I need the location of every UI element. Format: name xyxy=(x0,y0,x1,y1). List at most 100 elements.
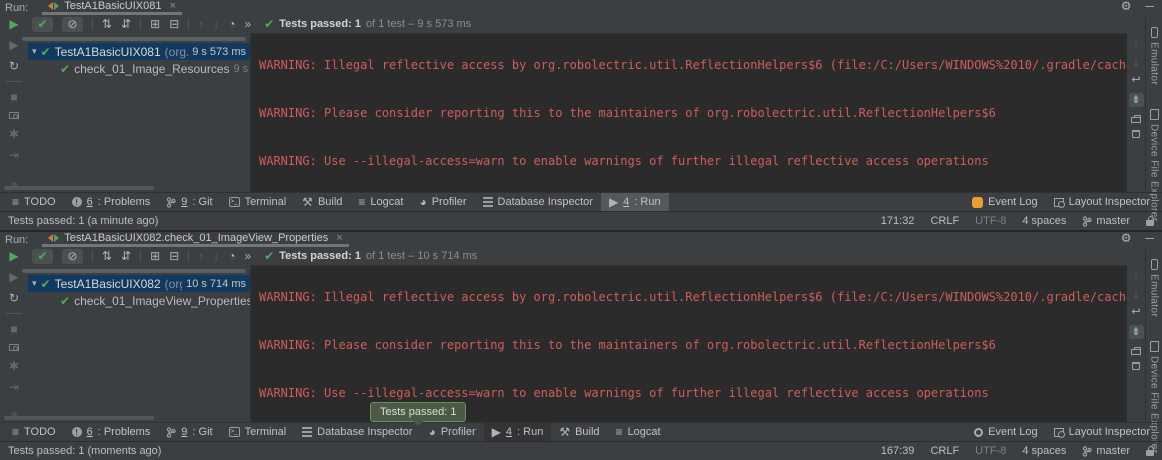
toolwindow-button-git[interactable]: 9: Git xyxy=(158,423,220,441)
show-passed-icon[interactable]: ✔ xyxy=(32,17,53,32)
emulator-tool-button[interactable]: Emulator xyxy=(1149,27,1160,85)
line-separator[interactable]: CRLF xyxy=(930,445,959,457)
restart-icon[interactable]: ↻ xyxy=(9,60,19,72)
file-encoding[interactable]: UTF-8 xyxy=(975,445,1006,457)
rerun-failed-tests-icon[interactable]: ▶ xyxy=(9,39,18,51)
dump-threads-icon[interactable]: ✱ xyxy=(9,128,19,140)
layout-inspector-button[interactable]: Layout Inspector xyxy=(1046,193,1158,211)
more-chevrons-icon[interactable]: » xyxy=(245,18,252,30)
scroll-to-end-icon[interactable]: ⇟ xyxy=(1129,93,1144,107)
tree-horizontal-scrollbar[interactable] xyxy=(22,269,246,273)
clear-all-icon[interactable] xyxy=(1132,362,1140,370)
up-stack-trace-icon[interactable]: ↑ xyxy=(1133,39,1139,50)
print-icon[interactable] xyxy=(1131,349,1141,355)
soft-wrap-icon[interactable]: ↩ xyxy=(1131,75,1140,86)
caret-position[interactable]: 171:32 xyxy=(881,215,915,227)
toolwindow-button-database-inspector[interactable]: Database Inspector xyxy=(475,193,601,211)
sort-by-duration-icon[interactable]: ⇵ xyxy=(121,18,131,30)
previous-occurrence-icon[interactable]: ↑ xyxy=(198,250,204,262)
restart-icon[interactable]: ↻ xyxy=(9,292,19,304)
collapse-all-icon[interactable]: ⊟ xyxy=(169,250,179,262)
lock-icon[interactable] xyxy=(1146,450,1154,456)
rerun-failed-tests-icon[interactable]: ▶ xyxy=(9,271,18,283)
toolwindow-button-logcat[interactable]: ≡ Logcat xyxy=(608,423,669,441)
emulator-tool-button[interactable]: Emulator xyxy=(1149,259,1160,317)
expand-all-icon[interactable]: ⊞ xyxy=(150,18,160,30)
toolwindow-button-logcat[interactable]: ≡ Logcat xyxy=(350,193,411,211)
test-history-icon[interactable]: ◔ xyxy=(228,18,235,30)
git-branch-widget[interactable]: master xyxy=(1082,445,1130,457)
file-encoding[interactable]: UTF-8 xyxy=(975,215,1006,227)
toolwindow-button-run[interactable]: ▶ 4: Run xyxy=(484,423,552,441)
next-occurrence-icon[interactable]: ↓ xyxy=(213,250,219,262)
lock-icon[interactable] xyxy=(1146,220,1154,226)
caret-position[interactable]: 167:39 xyxy=(881,445,915,457)
up-stack-trace-icon[interactable]: ↑ xyxy=(1133,271,1139,282)
strip-scrollbar[interactable] xyxy=(4,186,154,190)
chevron-down-icon[interactable]: ▾ xyxy=(32,46,37,57)
toolwindow-button-problems[interactable]: 6: Problems xyxy=(64,193,159,211)
stop-icon[interactable]: ■ xyxy=(10,323,17,335)
previous-occurrence-icon[interactable]: ↑ xyxy=(198,18,204,30)
test-case-row[interactable]: ✔ check_01_ImageView_Properties 10 s 714… xyxy=(28,292,250,309)
indent-setting[interactable]: 4 spaces xyxy=(1022,215,1066,227)
rerun-icon[interactable]: ▶ xyxy=(9,18,18,30)
toolwindow-button-run[interactable]: ▶ 4: Run xyxy=(601,193,669,211)
line-separator[interactable]: CRLF xyxy=(930,215,959,227)
screenshot-icon[interactable] xyxy=(9,344,19,351)
sort-alphabetically-icon[interactable]: ⇅ xyxy=(102,250,112,262)
test-case-row[interactable]: ✔ check_01_Image_Resources 9 s 573 ms xyxy=(28,60,250,77)
collapse-all-icon[interactable]: ⊟ xyxy=(169,18,179,30)
print-icon[interactable] xyxy=(1131,117,1141,123)
down-stack-trace-icon[interactable]: ↓ xyxy=(1133,289,1139,300)
test-suite-row[interactable]: ▾ ✔ TestA1BasicUIX081 (org.aplas.basica … xyxy=(28,43,250,60)
toolwindow-button-git[interactable]: 9: Git xyxy=(158,193,220,211)
show-ignored-icon[interactable]: ⊘ xyxy=(62,249,83,264)
more-chevrons-icon[interactable]: » xyxy=(245,250,252,262)
event-log-button[interactable]: Event Log xyxy=(964,193,1046,211)
expand-all-icon[interactable]: ⊞ xyxy=(150,250,160,262)
minimize-icon[interactable]: ─ xyxy=(1145,0,1154,12)
test-history-icon[interactable]: ◔ xyxy=(228,250,235,262)
down-stack-trace-icon[interactable]: ↓ xyxy=(1133,57,1139,68)
toolwindow-button-profiler[interactable]: ◕ Profiler xyxy=(411,193,474,211)
toolwindow-button-build[interactable]: ⚒ Build xyxy=(551,423,607,441)
gear-icon[interactable]: ⚙ xyxy=(1121,232,1132,244)
layout-inspector-button[interactable]: Layout Inspector xyxy=(1046,423,1158,441)
sort-by-duration-icon[interactable]: ⇵ xyxy=(121,250,131,262)
minimize-icon[interactable]: ─ xyxy=(1145,232,1154,244)
attach-icon[interactable]: ⇥ xyxy=(9,149,19,161)
dump-threads-icon[interactable]: ✱ xyxy=(9,360,19,372)
run-tab[interactable]: TestA1BasicUIX081 × xyxy=(42,0,182,15)
tree-horizontal-scrollbar[interactable] xyxy=(22,37,246,41)
chevron-down-icon[interactable]: ▾ xyxy=(32,278,37,289)
close-icon[interactable]: × xyxy=(169,0,175,12)
show-passed-icon[interactable]: ✔ xyxy=(32,249,53,264)
sort-alphabetically-icon[interactable]: ⇅ xyxy=(102,18,112,30)
screenshot-icon[interactable] xyxy=(9,112,19,119)
toolwindow-button-todo[interactable]: ≡ TODO xyxy=(4,193,64,211)
event-log-button[interactable]: Event Log xyxy=(966,423,1046,441)
close-icon[interactable]: × xyxy=(336,232,342,244)
clear-all-icon[interactable] xyxy=(1132,130,1140,138)
toolwindow-button-database-inspector[interactable]: Database Inspector xyxy=(294,423,420,441)
toolwindow-button-problems[interactable]: 6: Problems xyxy=(64,423,159,441)
gear-icon[interactable]: ⚙ xyxy=(1121,0,1132,12)
soft-wrap-icon[interactable]: ↩ xyxy=(1131,307,1140,318)
run-tab[interactable]: TestA1BasicUIX082.check_01_ImageView_Pro… xyxy=(42,232,348,247)
toolwindow-button-terminal[interactable]: Terminal xyxy=(221,423,295,441)
indent-setting[interactable]: 4 spaces xyxy=(1022,445,1066,457)
toolwindow-button-todo[interactable]: ≡ TODO xyxy=(4,423,64,441)
stop-icon[interactable]: ■ xyxy=(10,91,17,103)
strip-scrollbar[interactable] xyxy=(4,416,154,420)
git-branch-widget[interactable]: master xyxy=(1082,215,1130,227)
toolwindow-button-profiler[interactable]: ◕ Profiler xyxy=(421,423,484,441)
toolwindow-button-build[interactable]: ⚒ Build xyxy=(294,193,350,211)
test-suite-row[interactable]: ▾ ✔ TestA1BasicUIX082 (org.aplas.basica … xyxy=(28,275,250,292)
rerun-icon[interactable]: ▶ xyxy=(9,250,18,262)
attach-icon[interactable]: ⇥ xyxy=(9,381,19,393)
toolwindow-button-terminal[interactable]: Terminal xyxy=(221,193,295,211)
show-ignored-icon[interactable]: ⊘ xyxy=(62,17,83,32)
next-occurrence-icon[interactable]: ↓ xyxy=(213,18,219,30)
scroll-to-end-icon[interactable]: ⇟ xyxy=(1129,325,1144,339)
